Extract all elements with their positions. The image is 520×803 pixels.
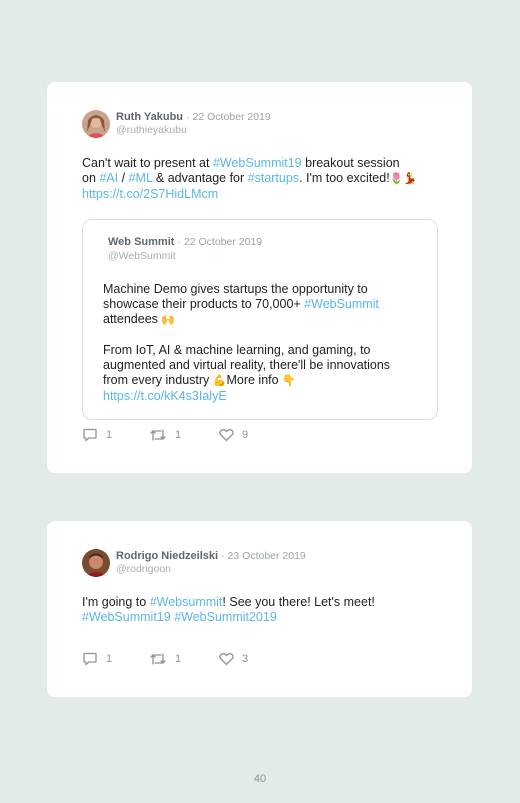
quote-line: augmented and virtual reality, there'll … — [103, 358, 391, 372]
like-button[interactable]: 3 — [219, 652, 248, 666]
quote-line: From IoT, AI & machine learning, and gam… — [103, 343, 371, 357]
tweet-text: Can't wait to present at #WebSummit19 br… — [82, 156, 417, 202]
hashtag-link[interactable]: #ML — [129, 171, 153, 185]
tweet-line: on #AI / #ML & advantage for #startups. … — [82, 171, 417, 187]
tweet-line: #WebSummit19 #WebSummit2019 — [82, 610, 375, 625]
text-segment: from every industry — [103, 373, 213, 387]
text-segment: attendees — [103, 312, 162, 326]
quote-date: · 22 October 2019 — [177, 236, 263, 248]
like-count: 9 — [242, 429, 249, 441]
like-count: 3 — [242, 653, 249, 665]
tweet-line: https://t.co/2S7HidLMcm — [82, 187, 417, 202]
quoted-tweet[interactable]: Web Summit · 22 October 2019 @WebSummit … — [82, 219, 438, 420]
retweet-button[interactable]: 1 — [149, 428, 181, 442]
tweet-text: I'm going to #Websummit! See you there! … — [82, 595, 375, 625]
hashtag-link[interactable]: #WebSummit2019 — [174, 610, 277, 624]
text-segment: I'm going to — [82, 595, 150, 609]
quote-author-name[interactable]: Web Summit · 22 October 2019 — [108, 236, 262, 248]
retweet-icon — [149, 652, 167, 666]
author-handle[interactable]: @rodrigoon — [116, 563, 171, 575]
quote-line: attendees 🙌 — [103, 312, 390, 328]
text-segment: Can't wait to present at — [82, 156, 213, 170]
tweet-line: I'm going to #Websummit! See you there! … — [82, 595, 375, 610]
heart-icon — [219, 428, 234, 442]
text-segment: / — [118, 171, 129, 185]
tweet-card: Rodrigo Niedzeilski · 23 October 2019 @r… — [47, 521, 472, 697]
author-name[interactable]: Ruth Yakubu · 22 October 2019 — [116, 111, 271, 123]
author-handle[interactable]: @ruthieyakubu — [116, 124, 187, 136]
reply-button[interactable]: 1 — [82, 652, 112, 666]
author-name-text: Ruth Yakubu — [116, 111, 184, 123]
retweet-count: 1 — [175, 429, 182, 441]
hashtag-link[interactable]: #WebSummit19 — [82, 610, 171, 624]
hashtag-link[interactable]: #AI — [99, 171, 118, 185]
like-button[interactable]: 9 — [219, 428, 248, 442]
emoji: 👇 — [282, 375, 296, 387]
tweet-line: Can't wait to present at #WebSummit19 br… — [82, 156, 417, 171]
hashtag-link[interactable]: #WebSummit19 — [213, 156, 302, 170]
text-segment: . I'm too excited! — [299, 171, 390, 185]
emoji: 🙌 — [161, 314, 176, 326]
text-segment: on — [82, 171, 100, 185]
url-link[interactable]: https://t.co/kK4s3IalyE — [103, 389, 227, 403]
reply-button[interactable]: 1 — [82, 428, 112, 442]
hashtag-link[interactable]: #WebSummit — [304, 297, 379, 311]
quote-author-text: Web Summit — [108, 236, 175, 248]
quote-line: https://t.co/kK4s3IalyE — [103, 389, 390, 404]
reply-icon — [82, 652, 98, 666]
emoji: 🌷💃 — [389, 173, 418, 185]
reply-count: 1 — [106, 653, 113, 665]
quote-line: showcase their products to 70,000+ #WebS… — [103, 297, 390, 312]
hashtag-link[interactable]: #startups — [248, 171, 299, 185]
author-name[interactable]: Rodrigo Niedzeilski · 23 October 2019 — [116, 550, 306, 562]
quote-author-handle[interactable]: @WebSummit — [108, 250, 176, 262]
tweet-date: · 22 October 2019 — [186, 111, 271, 123]
url-link[interactable]: https://t.co/2S7HidLMcm — [82, 187, 218, 201]
quote-text: Machine Demo gives startups the opportun… — [103, 282, 390, 404]
text-segment: & advantage for — [152, 171, 248, 185]
hashtag-link[interactable]: #Websummit — [150, 595, 223, 609]
quote-line: Machine Demo gives startups the opportun… — [103, 282, 368, 296]
retweet-count: 1 — [175, 653, 182, 665]
quote-line: from every industry 💪More info 👇 — [103, 373, 390, 389]
author-name-text: Rodrigo Niedzeilski — [116, 550, 219, 562]
page-number: 40 — [253, 773, 267, 785]
text-segment: breakout session — [301, 156, 400, 170]
tweet-date: · 23 October 2019 — [221, 550, 306, 562]
tweet-card: Ruth Yakubu · 22 October 2019 @ruthieyak… — [47, 82, 472, 473]
heart-icon — [219, 652, 234, 666]
avatar[interactable] — [82, 110, 110, 138]
retweet-button[interactable]: 1 — [149, 652, 181, 666]
emoji: 💪 — [212, 375, 227, 387]
text-segment: More info — [226, 373, 283, 387]
reply-count: 1 — [106, 429, 113, 441]
reply-icon — [82, 428, 98, 442]
retweet-icon — [149, 428, 167, 442]
text-segment: showcase their products to 70,000+ — [103, 297, 305, 311]
avatar[interactable] — [82, 549, 110, 577]
text-segment: ! See you there! Let's meet! — [222, 595, 375, 609]
